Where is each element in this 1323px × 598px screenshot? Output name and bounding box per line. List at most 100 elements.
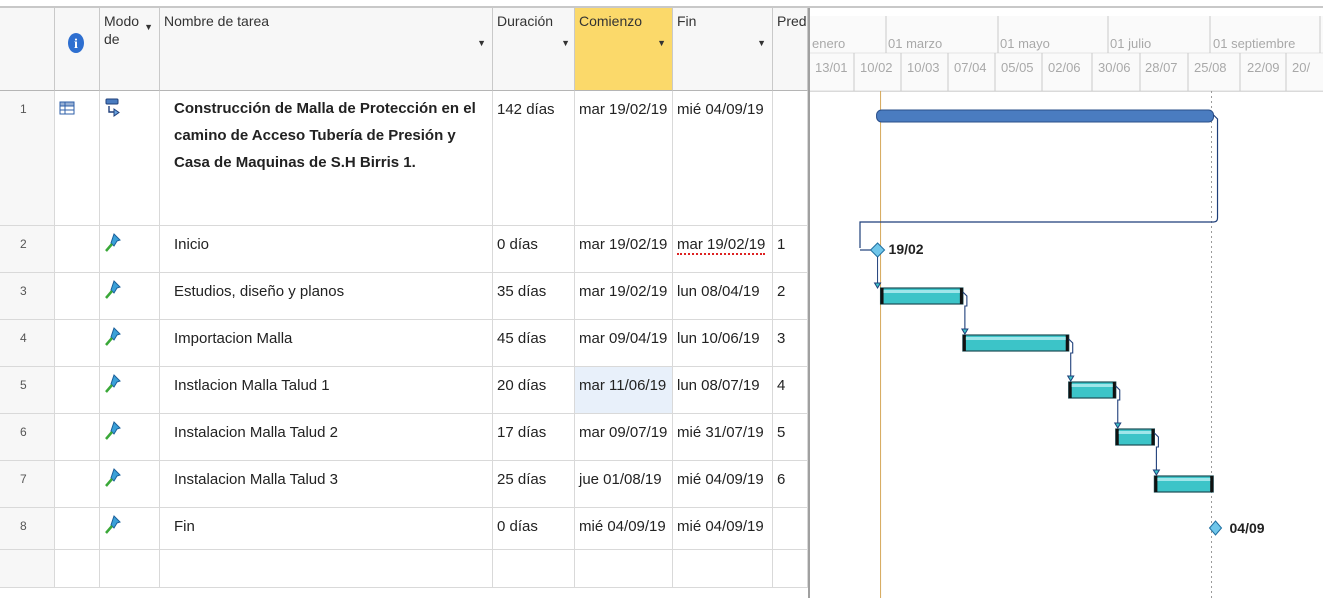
- cell-empty[interactable]: [0, 550, 55, 587]
- header-info[interactable]: i: [55, 8, 100, 91]
- cell-empty[interactable]: [575, 550, 673, 587]
- cell-icon[interactable]: [55, 508, 100, 549]
- cell-finish-value: mié 04/09/19: [677, 471, 764, 488]
- cell-name[interactable]: Construcción de Malla de Protección en e…: [160, 91, 493, 225]
- cell-mode[interactable]: [100, 508, 160, 549]
- cell-finish[interactable]: mié 04/09/19: [673, 461, 773, 507]
- cell-start[interactable]: mar 09/04/19: [575, 320, 673, 366]
- cell-start[interactable]: mar 09/07/19: [575, 414, 673, 460]
- table-row[interactable]: 6 Instalacion Malla Talud 2 17 días mar 09/…: [0, 414, 808, 461]
- header-finish[interactable]: Fin ▼: [673, 8, 773, 91]
- cell-empty[interactable]: [160, 550, 493, 587]
- cell-icon[interactable]: [55, 320, 100, 366]
- cell-id[interactable]: 5: [0, 367, 55, 413]
- gantt-chart[interactable]: enero01 marzo01 mayo01 julio01 septiembr…: [808, 8, 1323, 598]
- cell-empty[interactable]: [55, 550, 100, 587]
- cell-empty[interactable]: [673, 550, 773, 587]
- cell-duration[interactable]: 17 días: [493, 414, 575, 460]
- cell-pred[interactable]: 6: [773, 461, 808, 507]
- cell-empty[interactable]: [100, 550, 160, 587]
- table-row[interactable]: 4 Importacion Malla 45 días mar 09/04/19 lun…: [0, 320, 808, 367]
- summary-link: [859, 114, 1219, 248]
- header-pred[interactable]: Pred: [773, 8, 808, 91]
- cell-duration[interactable]: 142 días: [493, 91, 575, 225]
- cell-finish[interactable]: mié 04/09/19: [673, 91, 773, 225]
- cell-name[interactable]: Fin: [160, 508, 493, 549]
- cell-pred[interactable]: 3: [773, 320, 808, 366]
- table-row-empty[interactable]: [0, 550, 808, 588]
- cell-name[interactable]: Importacion Malla: [160, 320, 493, 366]
- header-start[interactable]: Comienzo ▼: [575, 8, 673, 91]
- cell-pred[interactable]: 2: [773, 273, 808, 319]
- cell-id[interactable]: 7: [0, 461, 55, 507]
- cell-start[interactable]: mié 04/09/19: [575, 508, 673, 549]
- cell-id[interactable]: 3: [0, 273, 55, 319]
- cell-pred[interactable]: 5: [773, 414, 808, 460]
- cell-mode[interactable]: [100, 226, 160, 272]
- cell-pred[interactable]: 1: [773, 226, 808, 272]
- cell-duration[interactable]: 0 días: [493, 508, 575, 549]
- header-name[interactable]: Nombre de tarea ▼: [160, 8, 493, 91]
- header-mode[interactable]: Modo de ▼: [100, 8, 160, 91]
- table-row[interactable]: 3 Estudios, diseño y planos 35 días mar 19/…: [0, 273, 808, 320]
- cell-name[interactable]: Instalacion Malla Talud 3: [160, 461, 493, 507]
- cell-start[interactable]: mar 19/02/19: [575, 273, 673, 319]
- cell-icon[interactable]: [55, 461, 100, 507]
- chevron-down-icon[interactable]: ▼: [561, 38, 570, 48]
- cell-mode[interactable]: [100, 367, 160, 413]
- cell-id[interactable]: 8: [0, 508, 55, 549]
- cell-duration[interactable]: 45 días: [493, 320, 575, 366]
- cell-start[interactable]: mar 11/06/19: [575, 367, 673, 413]
- cell-pred[interactable]: [773, 91, 808, 225]
- header-duration[interactable]: Duración ▼: [493, 8, 575, 91]
- cell-duration[interactable]: 35 días: [493, 273, 575, 319]
- table-row[interactable]: 8 Fin 0 días mié 04/09/19 mié 04/09/19: [0, 508, 808, 550]
- cell-start[interactable]: mar 19/02/19: [575, 226, 673, 272]
- chevron-down-icon[interactable]: ▼: [757, 38, 766, 48]
- cell-duration[interactable]: 25 días: [493, 461, 575, 507]
- cell-finish[interactable]: lun 08/04/19: [673, 273, 773, 319]
- cell-mode[interactable]: [100, 461, 160, 507]
- chevron-down-icon[interactable]: ▼: [657, 38, 666, 48]
- cell-name[interactable]: Estudios, diseño y planos: [160, 273, 493, 319]
- cell-id-value: 8: [20, 519, 27, 533]
- cell-icon[interactable]: [55, 414, 100, 460]
- cell-name[interactable]: Instlacion Malla Talud 1: [160, 367, 493, 413]
- cell-start[interactable]: jue 01/08/19: [575, 461, 673, 507]
- cell-mode[interactable]: [100, 320, 160, 366]
- cell-start[interactable]: mar 19/02/19: [575, 91, 673, 225]
- cell-mode[interactable]: [100, 273, 160, 319]
- table-row[interactable]: 1 Construcción de Malla de Protección en …: [0, 91, 808, 226]
- cell-pred[interactable]: 4: [773, 367, 808, 413]
- cell-id[interactable]: 1: [0, 91, 55, 225]
- cell-icon[interactable]: [55, 367, 100, 413]
- cell-empty[interactable]: [773, 550, 808, 587]
- cell-icon[interactable]: [55, 91, 100, 225]
- svg-text:i: i: [74, 37, 78, 52]
- cell-pred[interactable]: [773, 508, 808, 549]
- table-row[interactable]: 2 Inicio 0 días mar 19/02/19 mar 19/02/19 1: [0, 226, 808, 273]
- chevron-down-icon[interactable]: ▼: [144, 22, 153, 32]
- cell-finish[interactable]: lun 10/06/19: [673, 320, 773, 366]
- cell-mode[interactable]: [100, 414, 160, 460]
- cell-pred-value: 3: [777, 330, 786, 347]
- cell-name[interactable]: Inicio: [160, 226, 493, 272]
- table-row[interactable]: 7 Instalacion Malla Talud 3 25 días jue 01/…: [0, 461, 808, 508]
- cell-name[interactable]: Instalacion Malla Talud 2: [160, 414, 493, 460]
- cell-finish[interactable]: mié 31/07/19: [673, 414, 773, 460]
- cell-duration[interactable]: 0 días: [493, 226, 575, 272]
- cell-duration[interactable]: 20 días: [493, 367, 575, 413]
- cell-finish[interactable]: mié 04/09/19: [673, 508, 773, 549]
- cell-finish[interactable]: lun 08/07/19: [673, 367, 773, 413]
- cell-id[interactable]: 2: [0, 226, 55, 272]
- cell-finish-value: lun 08/07/19: [677, 377, 760, 394]
- cell-icon[interactable]: [55, 226, 100, 272]
- chevron-down-icon[interactable]: ▼: [477, 38, 486, 48]
- cell-empty[interactable]: [493, 550, 575, 587]
- cell-finish[interactable]: mar 19/02/19: [673, 226, 773, 272]
- cell-mode[interactable]: [100, 91, 160, 225]
- table-row[interactable]: 5 Instlacion Malla Talud 1 20 días mar 11/0…: [0, 367, 808, 414]
- cell-icon[interactable]: [55, 273, 100, 319]
- cell-id[interactable]: 4: [0, 320, 55, 366]
- cell-id[interactable]: 6: [0, 414, 55, 460]
